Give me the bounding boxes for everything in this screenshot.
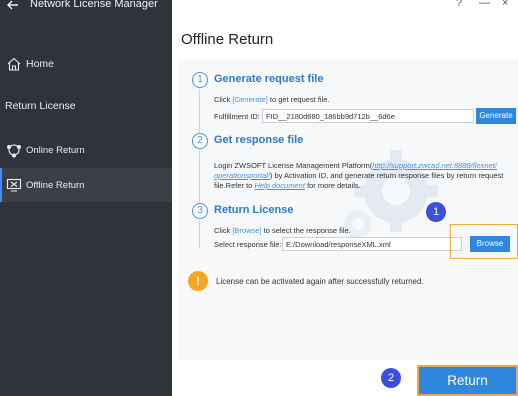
fulfillment-id-label: Fulfillment ID: (214, 112, 260, 121)
generate-button[interactable]: Generate (476, 108, 516, 124)
help-document-link[interactable]: Help document (254, 181, 304, 190)
response-file-field[interactable]: E:/Download/responseXML.xml (282, 237, 462, 251)
instruction-text: Login ZWSOFT License Management Platform… (214, 161, 373, 170)
step-1-instruction: Click [Generate] to get request file. (214, 95, 330, 104)
app-title: Network License Manager (30, 0, 158, 10)
page-title: Offline Return (181, 31, 274, 48)
sidebar: Network License Manager Home Return Lice… (0, 0, 172, 396)
step-2-line-1: Login ZWSOFT License Management Platform… (214, 161, 497, 170)
step-2-line-2: operationsportal/) by Activation ID, and… (214, 171, 503, 180)
browse-link: [Browse] (232, 226, 262, 235)
portal-link[interactable]: operationsportal/ (214, 171, 270, 180)
response-file-label: Select response file: (214, 240, 282, 249)
instruction-text: Click (214, 226, 231, 235)
instruction-text: to get request file. (269, 95, 330, 104)
step-1-number: 1 (192, 72, 208, 88)
sidebar-item-label: Offline Return (26, 179, 85, 191)
network-icon (7, 144, 21, 158)
portal-link[interactable]: http://support.zwcad.net:8888/flexnet/ (372, 161, 497, 170)
step-2-line-3: file.Refer to Help document for more det… (214, 181, 361, 190)
sidebar-item-online-return[interactable]: Online Return (0, 133, 172, 167)
instruction-text: ) by Activation ID, and generate return … (269, 171, 504, 180)
main-content: ? — × Offline Return 1 Generate request … (172, 0, 518, 396)
step-badge-2: 2 (381, 368, 401, 388)
step-1-title: Generate request file (214, 73, 324, 85)
step-connector (199, 220, 200, 248)
return-highlight-box (417, 365, 518, 396)
instruction-text: for more details. (307, 181, 361, 190)
content-panel: 1 Generate request file Click [Generate]… (178, 60, 518, 360)
step-connector (199, 89, 200, 133)
step-2-title: Get response file (214, 134, 304, 146)
instruction-text: file.Refer to (214, 181, 253, 190)
sidebar-section-return-license[interactable]: Return License (0, 89, 172, 123)
step-3-instruction: Click [Browse] to select the response fi… (214, 226, 351, 235)
home-icon (7, 57, 21, 71)
instruction-text: to select the response file. (263, 226, 351, 235)
warning-icon: ! (188, 271, 208, 291)
instruction-text: Click (214, 95, 231, 104)
close-icon[interactable]: × (502, 0, 508, 9)
step-3-title: Return License (214, 204, 294, 216)
offline-monitor-icon (6, 178, 22, 192)
fulfillment-id-field[interactable]: FID__2180d680_186bb9d712b__6d6e (262, 109, 474, 123)
sidebar-item-home[interactable]: Home (0, 47, 172, 81)
gear-watermark-icon (344, 150, 438, 238)
sidebar-item-offline-return[interactable]: Offline Return (0, 168, 172, 202)
sidebar-item-label: Online Return (26, 144, 85, 156)
step-3-number: 3 (192, 203, 208, 219)
step-connector (199, 150, 200, 203)
step-badge-1: 1 (426, 202, 446, 222)
minimize-icon[interactable]: — (479, 0, 490, 9)
step-2-number: 2 (192, 133, 208, 149)
back-arrow-icon[interactable] (6, 0, 20, 12)
help-icon[interactable]: ? (456, 0, 462, 9)
sidebar-section-label: Return License (5, 100, 76, 112)
notice-text: License can be activated again after suc… (216, 277, 424, 286)
browse-highlight-box (450, 224, 518, 259)
sidebar-item-label: Home (26, 58, 55, 70)
app-titlebar: Network License Manager (0, 0, 172, 16)
generate-link: [Generate] (232, 95, 268, 104)
